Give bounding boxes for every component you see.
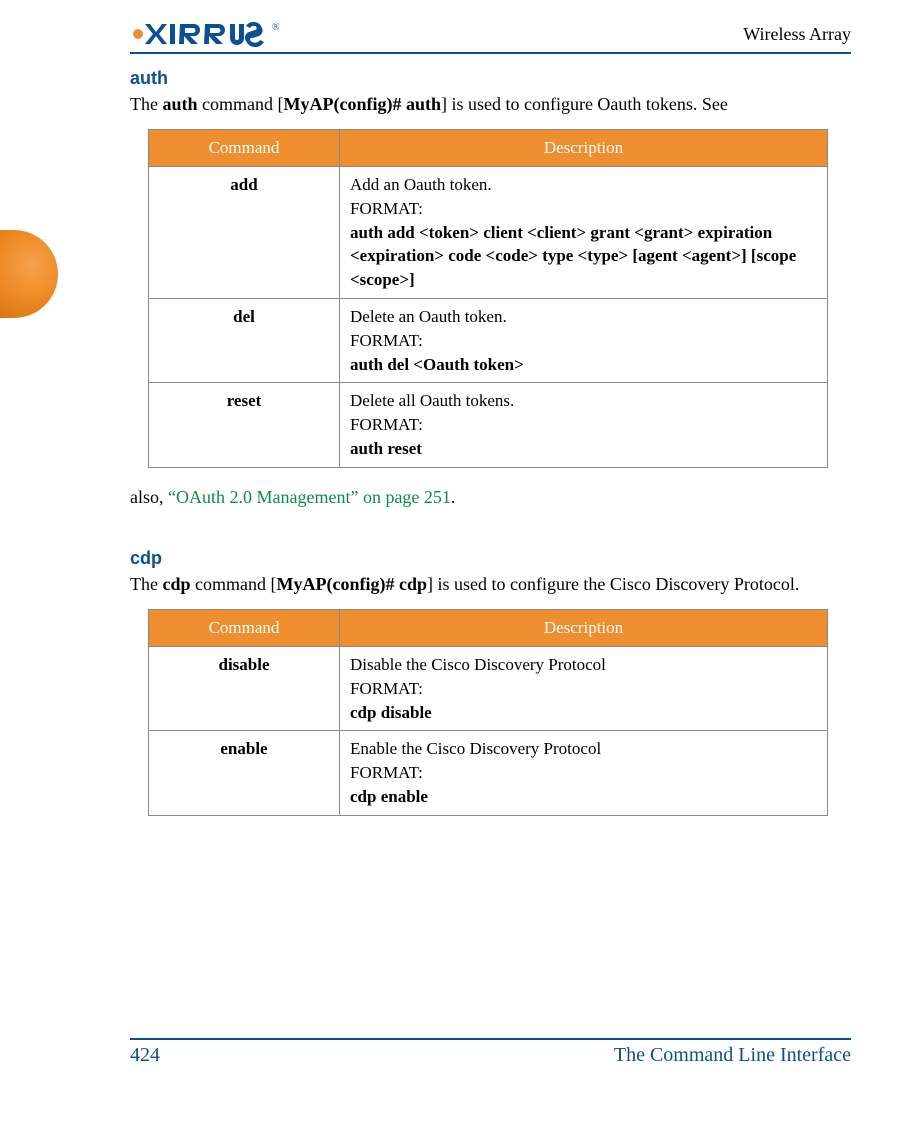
page-header: ® Wireless Array [130,20,851,54]
format-text: cdp disable [350,701,817,725]
chapter-title: The Command Line Interface [614,1044,851,1067]
col-header-command: Command [149,130,340,167]
format-text: auth del <Oauth token> [350,353,817,377]
format-text: auth add <token> client <client> grant <… [350,221,817,292]
text: command [ [198,94,284,114]
page-footer: 424 The Command Line Interface [130,1038,851,1067]
text: The [130,574,162,594]
col-header-description: Description [340,610,828,647]
col-header-description: Description [340,130,828,167]
table-row: disable Disable the Cisco Discovery Prot… [149,647,828,731]
table-row: del Delete an Oauth token. FORMAT: auth … [149,299,828,383]
text: The [130,94,162,114]
cmd-cell: add [149,167,340,299]
svg-text:®: ® [272,22,280,33]
document-title: Wireless Array [743,24,851,45]
format-label: FORMAT: [350,761,817,785]
format-label: FORMAT: [350,413,817,437]
text: also, [130,487,168,507]
format-label: FORMAT: [350,329,817,353]
desc-text: Enable the Cisco Discovery Protocol [350,739,601,758]
auth-also-paragraph: also, “OAuth 2.0 Management” on page 251… [130,484,851,510]
page-number: 424 [130,1044,160,1067]
cmd-cell: enable [149,731,340,815]
desc-text: Delete an Oauth token. [350,307,507,326]
text-bold: MyAP(config)# cdp [276,574,426,594]
format-text: auth reset [350,437,817,461]
auth-command-table: Command Description add Add an Oauth tok… [148,129,828,468]
desc-cell: Enable the Cisco Discovery Protocol FORM… [340,731,828,815]
text-bold: auth [162,94,197,114]
desc-text: Delete all Oauth tokens. [350,391,514,410]
cdp-intro-paragraph: The cdp command [MyAP(config)# cdp] is u… [130,571,851,597]
section-heading-cdp: cdp [130,548,851,569]
text: . [451,487,456,507]
text-bold: MyAP(config)# auth [283,94,440,114]
text-bold: cdp [162,574,190,594]
col-header-command: Command [149,610,340,647]
format-label: FORMAT: [350,197,817,221]
cmd-cell: del [149,299,340,383]
cmd-cell: disable [149,647,340,731]
desc-text: Add an Oauth token. [350,175,492,194]
cmd-cell: reset [149,383,340,467]
cross-ref-link[interactable]: “OAuth 2.0 Management” on page 251 [168,487,451,507]
brand-logo: ® [130,20,300,48]
desc-cell: Delete all Oauth tokens. FORMAT: auth re… [340,383,828,467]
format-label: FORMAT: [350,677,817,701]
side-tab-marker [0,230,58,318]
desc-cell: Add an Oauth token. FORMAT: auth add <to… [340,167,828,299]
section-heading-auth: auth [130,68,851,89]
table-row: enable Enable the Cisco Discovery Protoc… [149,731,828,815]
table-row: add Add an Oauth token. FORMAT: auth add… [149,167,828,299]
desc-text: Disable the Cisco Discovery Protocol [350,655,606,674]
text: ] is used to configure Oauth tokens. See [441,94,728,114]
table-row: reset Delete all Oauth tokens. FORMAT: a… [149,383,828,467]
format-text: cdp enable [350,785,817,809]
desc-cell: Disable the Cisco Discovery Protocol FOR… [340,647,828,731]
text: ] is used to configure the Cisco Discove… [427,574,799,594]
auth-intro-paragraph: The auth command [MyAP(config)# auth] is… [130,91,851,117]
text: command [ [191,574,277,594]
cdp-command-table: Command Description disable Disable the … [148,609,828,816]
desc-cell: Delete an Oauth token. FORMAT: auth del … [340,299,828,383]
